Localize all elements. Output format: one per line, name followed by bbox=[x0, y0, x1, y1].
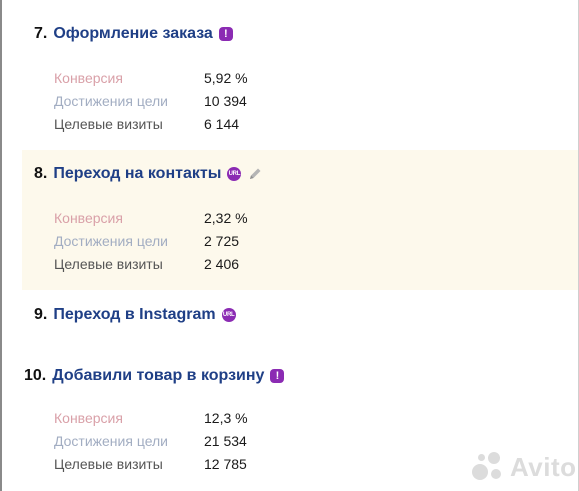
metric-label: Достижения цели bbox=[54, 93, 169, 109]
pencil-icon[interactable] bbox=[247, 166, 263, 182]
metric-label: Конверсия bbox=[54, 410, 123, 426]
metric-value: 2,32 % bbox=[204, 210, 248, 226]
metric-value: 10 394 bbox=[204, 93, 247, 109]
goal-number: 7. bbox=[34, 25, 48, 42]
metric-value: 2 406 bbox=[204, 256, 240, 272]
metric-conversion: Конверсия 5,92 % bbox=[54, 68, 454, 88]
exclamation-icon: ! bbox=[270, 369, 285, 383]
goal-number: 10. bbox=[24, 367, 47, 384]
metric-label: Целевые визиты bbox=[54, 256, 163, 272]
goal-name-link[interactable]: Оформление заказа bbox=[53, 25, 212, 43]
goal-block-7: 7. Оформление заказа ! Конверсия 5,92 % … bbox=[22, 0, 578, 148]
metric-value: 5,92 % bbox=[204, 70, 248, 86]
goal-block-9: 9. Переход в Instagram URL bbox=[22, 296, 578, 352]
metric-label: Конверсия bbox=[54, 70, 123, 86]
metric-value: 12 785 bbox=[204, 456, 247, 472]
metric-achievements: Достижения цели 10 394 bbox=[54, 91, 454, 111]
metric-visits: Целевые визиты 6 144 bbox=[54, 114, 454, 134]
metric-conversion: Конверсия 2,32 % bbox=[54, 208, 454, 228]
metric-value: 21 534 bbox=[204, 433, 247, 449]
watermark-text: Avito bbox=[510, 451, 577, 482]
goal-name-link[interactable]: Добавили товар в корзину bbox=[52, 367, 264, 385]
goal-title: 9. Переход в Instagram URL bbox=[34, 306, 236, 324]
metric-value: 12,3 % bbox=[204, 410, 248, 426]
metric-visits: Целевые визиты 12 785 bbox=[54, 454, 454, 474]
avito-watermark: Avito bbox=[472, 450, 577, 484]
metric-label: Достижения цели bbox=[54, 233, 169, 249]
goal-number: 8. bbox=[34, 165, 48, 182]
metric-visits: Целевые визиты 2 406 bbox=[54, 254, 454, 274]
exclamation-icon: ! bbox=[218, 27, 233, 41]
avito-logo-icon bbox=[472, 450, 506, 484]
url-icon: URL bbox=[221, 308, 236, 322]
url-icon: URL bbox=[227, 167, 242, 181]
metric-value: 2 725 bbox=[204, 233, 240, 249]
goal-number: 9. bbox=[34, 306, 48, 323]
goal-title: 10. Добавили товар в корзину ! bbox=[24, 367, 285, 385]
metric-label: Целевые визиты bbox=[54, 116, 163, 132]
metric-label: Конверсия bbox=[54, 210, 123, 226]
window-left-border bbox=[0, 0, 2, 491]
metric-label: Достижения цели bbox=[54, 433, 169, 449]
goal-name-link[interactable]: Переход на контакты bbox=[53, 165, 221, 183]
metric-conversion: Конверсия 12,3 % bbox=[54, 408, 454, 428]
goal-name-link[interactable]: Переход в Instagram bbox=[53, 306, 215, 324]
metric-achievements: Достижения цели 2 725 bbox=[54, 231, 454, 251]
goal-title: 7. Оформление заказа ! bbox=[34, 25, 233, 43]
metric-achievements: Достижения цели 21 534 bbox=[54, 431, 454, 451]
goal-title: 8. Переход на контакты URL bbox=[34, 165, 263, 183]
metric-value: 6 144 bbox=[204, 116, 240, 132]
goal-block-8: 8. Переход на контакты URL Конверсия 2,3… bbox=[22, 150, 578, 290]
metric-label: Целевые визиты bbox=[54, 456, 163, 472]
